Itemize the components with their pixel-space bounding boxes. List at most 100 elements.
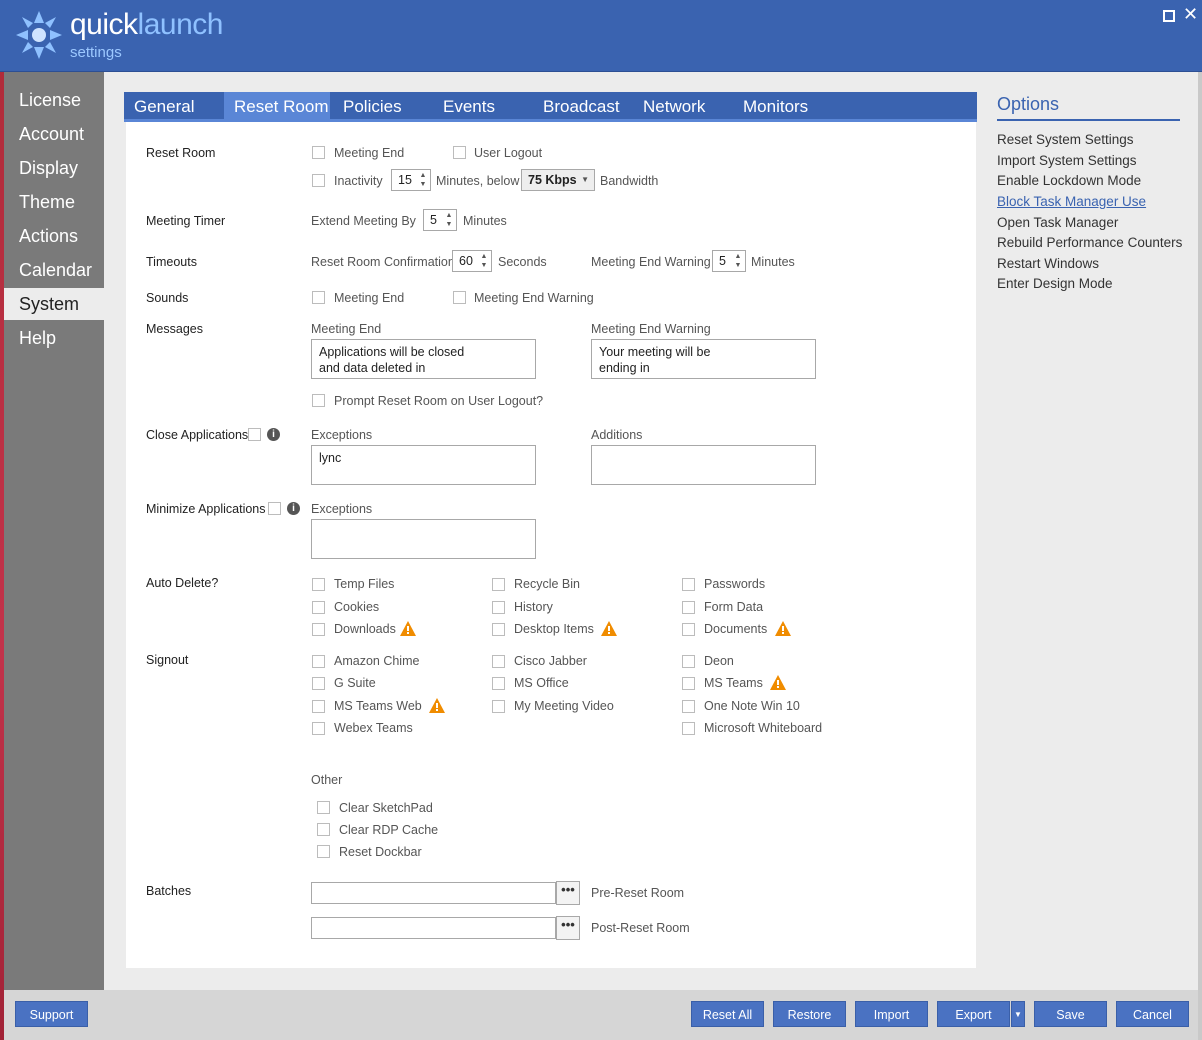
brand-quick: quick <box>70 8 138 41</box>
g-suite-checkbox[interactable] <box>312 677 325 690</box>
tab-events[interactable]: Events <box>433 92 533 122</box>
one-note-checkbox[interactable] <box>682 700 695 713</box>
sound-end-warning-checkbox[interactable] <box>453 291 466 304</box>
support-button[interactable]: Support <box>15 1001 88 1027</box>
info-icon[interactable]: i <box>287 502 300 515</box>
tab-policies[interactable]: Policies <box>333 92 433 122</box>
form-data-checkbox[interactable] <box>682 601 695 614</box>
stepper-arrows-icon[interactable]: ▲ ▼ <box>479 252 489 270</box>
end-warning-value: 5 <box>719 254 726 268</box>
deon-checkbox[interactable] <box>682 655 695 668</box>
sound-meeting-end-checkbox[interactable] <box>312 291 325 304</box>
stepper-arrows-icon[interactable]: ▲ ▼ <box>444 211 454 229</box>
sidebar-item-license[interactable]: License <box>4 84 104 116</box>
user-logout-checkbox[interactable] <box>453 146 466 159</box>
pre-reset-batch-field[interactable] <box>311 882 556 904</box>
option-block-task-manager[interactable]: Block Task Manager Use <box>997 194 1146 209</box>
passwords-checkbox[interactable] <box>682 578 695 591</box>
tab-bar: General Reset Room Policies Events Broad… <box>124 92 977 122</box>
reset-room-label: Reset Room <box>146 146 216 160</box>
reset-dockbar-checkbox[interactable] <box>317 845 330 858</box>
meeting-end-message-field[interactable]: Applications will be closed and data del… <box>311 339 536 379</box>
option-design-mode[interactable]: Enter Design Mode <box>997 276 1113 291</box>
tab-network[interactable]: Network <box>633 92 733 122</box>
my-meeting-video-checkbox[interactable] <box>492 700 505 713</box>
bandwidth-select[interactable]: 75 Kbps ▼ <box>521 169 595 191</box>
clear-sketchpad-checkbox[interactable] <box>317 801 330 814</box>
sidebar-item-theme[interactable]: Theme <box>4 186 104 218</box>
stepper-arrows-icon[interactable]: ▲ ▼ <box>733 252 743 270</box>
cisco-jabber-checkbox[interactable] <box>492 655 505 668</box>
end-warning-stepper[interactable]: 5 ▲ ▼ <box>712 250 746 272</box>
temp-files-checkbox[interactable] <box>312 578 325 591</box>
inactivity-checkbox[interactable] <box>312 174 325 187</box>
ms-teams-checkbox[interactable] <box>682 677 695 690</box>
export-button[interactable]: Export <box>937 1001 1010 1027</box>
close-icon[interactable]: ✕ <box>1183 4 1198 24</box>
option-reset-system-settings[interactable]: Reset System Settings <box>997 132 1134 147</box>
webex-teams-checkbox[interactable] <box>312 722 325 735</box>
downloads-checkbox[interactable] <box>312 623 325 636</box>
post-reset-browse-button[interactable]: ••• <box>556 916 580 940</box>
prompt-reset-checkbox[interactable] <box>312 394 325 407</box>
tab-broadcast[interactable]: Broadcast <box>533 92 633 122</box>
option-restart-windows[interactable]: Restart Windows <box>997 256 1099 271</box>
sidebar-item-help[interactable]: Help <box>4 322 104 354</box>
post-reset-batch-field[interactable] <box>311 917 556 939</box>
desktop-items-checkbox[interactable] <box>492 623 505 636</box>
cisco-jabber-label: Cisco Jabber <box>514 654 587 668</box>
tab-monitors[interactable]: Monitors <box>733 92 843 122</box>
sidebar-item-display[interactable]: Display <box>4 152 104 184</box>
minimize-apps-checkbox[interactable] <box>268 502 281 515</box>
close-exceptions-field[interactable]: lync <box>311 445 536 485</box>
meeting-end-checkbox[interactable] <box>312 146 325 159</box>
ms-teams-web-checkbox[interactable] <box>312 700 325 713</box>
option-import-system-settings[interactable]: Import System Settings <box>997 153 1137 168</box>
export-dropdown-icon[interactable]: ▼ <box>1011 1001 1025 1027</box>
reset-all-button[interactable]: Reset All <box>691 1001 764 1027</box>
clear-rdp-cache-label: Clear RDP Cache <box>339 823 439 837</box>
title-bar: quicklaunch settings ✕ <box>0 0 1202 72</box>
recycle-bin-checkbox[interactable] <box>492 578 505 591</box>
info-icon[interactable]: i <box>267 428 280 441</box>
close-additions-field[interactable] <box>591 445 816 485</box>
import-button[interactable]: Import <box>855 1001 928 1027</box>
clear-rdp-cache-checkbox[interactable] <box>317 823 330 836</box>
stepper-arrows-icon[interactable]: ▲ ▼ <box>418 171 428 189</box>
confirmation-stepper[interactable]: 60 ▲ ▼ <box>452 250 492 272</box>
close-apps-checkbox[interactable] <box>248 428 261 441</box>
sidebar-item-account[interactable]: Account <box>4 118 104 150</box>
option-open-task-manager[interactable]: Open Task Manager <box>997 215 1118 230</box>
logo-icon <box>16 11 62 59</box>
sidebar-item-calendar[interactable]: Calendar <box>4 254 104 286</box>
confirmation-label: Reset Room Confirmation <box>311 255 455 269</box>
tab-reset-room[interactable]: Reset Room <box>224 92 330 122</box>
bandwidth-label: Bandwidth <box>600 174 659 188</box>
ms-whiteboard-checkbox[interactable] <box>682 722 695 735</box>
option-enable-lockdown[interactable]: Enable Lockdown Mode <box>997 173 1141 188</box>
restore-button[interactable]: Restore <box>773 1001 846 1027</box>
amazon-chime-checkbox[interactable] <box>312 655 325 668</box>
cookies-checkbox[interactable] <box>312 601 325 614</box>
history-checkbox[interactable] <box>492 601 505 614</box>
save-button[interactable]: Save <box>1034 1001 1107 1027</box>
maximize-icon[interactable] <box>1163 10 1175 22</box>
option-rebuild-counters[interactable]: Rebuild Performance Counters <box>997 235 1182 250</box>
extend-meeting-stepper[interactable]: 5 ▲ ▼ <box>423 209 457 231</box>
pre-reset-browse-button[interactable]: ••• <box>556 881 580 905</box>
sidebar-item-actions[interactable]: Actions <box>4 220 104 252</box>
inactivity-stepper[interactable]: 15 ▲ ▼ <box>391 169 431 191</box>
brand-subtitle: settings <box>70 44 122 61</box>
sidebar-item-system[interactable]: System <box>4 288 104 320</box>
batches-label: Batches <box>146 884 192 898</box>
documents-label: Documents <box>704 622 768 636</box>
form-data-label: Form Data <box>704 600 764 614</box>
end-warning-message-field[interactable]: Your meeting will be ending in <box>591 339 816 379</box>
tab-general[interactable]: General <box>124 92 224 122</box>
extend-meeting-label: Extend Meeting By <box>311 214 416 228</box>
ms-office-checkbox[interactable] <box>492 677 505 690</box>
documents-checkbox[interactable] <box>682 623 695 636</box>
ms-whiteboard-label: Microsoft Whiteboard <box>704 721 823 735</box>
cancel-button[interactable]: Cancel <box>1116 1001 1189 1027</box>
minimize-exceptions-field[interactable] <box>311 519 536 559</box>
